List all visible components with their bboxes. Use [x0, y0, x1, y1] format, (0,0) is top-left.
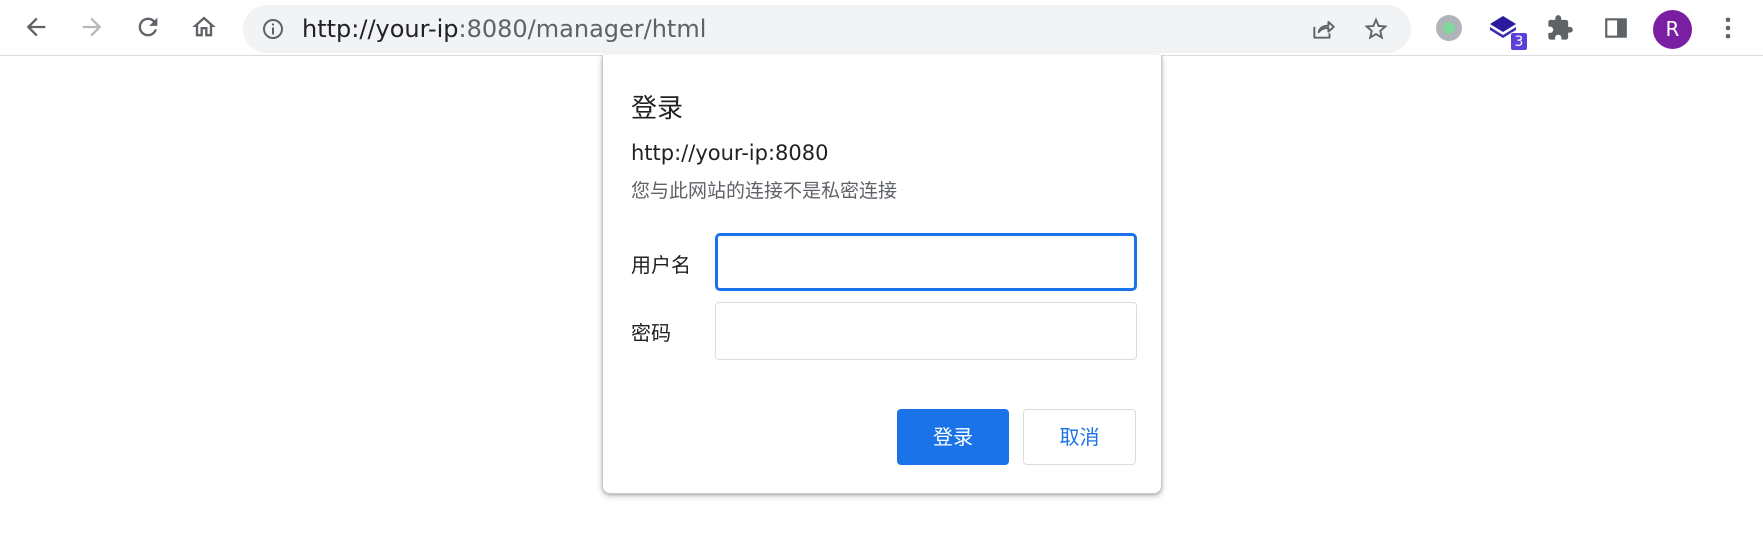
- dialog-title: 登录: [631, 94, 684, 124]
- extensions-button[interactable]: [1541, 9, 1579, 47]
- url-text[interactable]: http://your-ip:8080/manager/html: [302, 5, 706, 53]
- back-icon: [26, 17, 46, 37]
- extension-badge: 3: [1510, 32, 1528, 51]
- back-button[interactable]: [16, 7, 56, 47]
- extension-circle-button[interactable]: [1430, 9, 1468, 47]
- side-panel-button[interactable]: [1597, 9, 1635, 47]
- dialog-origin: http://your-ip:8080: [631, 141, 829, 165]
- username-label: 用户名: [631, 253, 691, 277]
- extension-stack-button[interactable]: 3: [1484, 9, 1528, 51]
- reload-icon: [138, 17, 158, 37]
- puzzle-icon: [1548, 15, 1573, 40]
- username-input[interactable]: [715, 233, 1137, 291]
- profile-avatar[interactable]: R: [1653, 10, 1692, 49]
- address-bar[interactable]: http://your-ip:8080/manager/html: [243, 5, 1411, 53]
- password-input[interactable]: [715, 302, 1137, 360]
- url-path: :8080/manager/html: [458, 15, 707, 43]
- reload-button[interactable]: [128, 7, 168, 47]
- more-vert-icon: [1725, 17, 1731, 39]
- extension-circle-icon: [1436, 15, 1462, 41]
- star-icon: [1364, 17, 1388, 40]
- cancel-button[interactable]: 取消: [1023, 409, 1136, 465]
- more-menu-button[interactable]: [1709, 9, 1747, 47]
- password-label: 密码: [631, 321, 671, 345]
- home-button[interactable]: [184, 7, 224, 47]
- home-icon: [192, 16, 216, 37]
- login-dialog: 登录 http://your-ip:8080 您与此网站的连接不是私密连接 用户…: [602, 55, 1162, 494]
- forward-icon: [82, 17, 102, 37]
- connection-warning: 您与此网站的连接不是私密连接: [631, 180, 898, 202]
- bookmark-star-button[interactable]: [1360, 13, 1392, 45]
- share-icon: [1313, 20, 1335, 39]
- side-panel-icon: [1605, 18, 1627, 38]
- forward-button[interactable]: [72, 7, 112, 47]
- info-icon[interactable]: [260, 16, 286, 42]
- login-button[interactable]: 登录: [897, 409, 1009, 465]
- url-host: http://your-ip: [302, 15, 459, 43]
- share-button[interactable]: [1307, 13, 1339, 45]
- browser-toolbar: http://your-ip:8080/manager/html 3 R: [0, 0, 1763, 56]
